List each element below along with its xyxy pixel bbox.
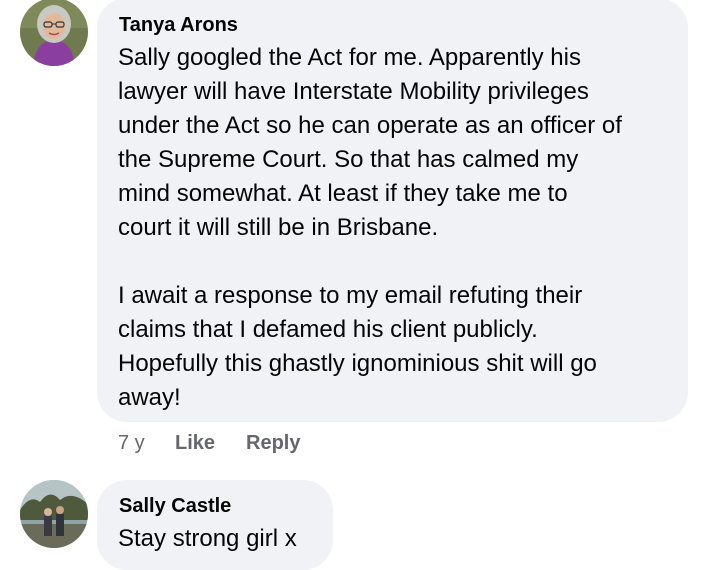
comment-line — [118, 245, 622, 279]
comment-line: lawyer will have Interstate Mobility pri… — [118, 78, 589, 105]
comment-sally: Sally Castle Stay strong girl x — [0, 470, 720, 570]
like-button[interactable]: Like — [175, 431, 215, 455]
comment-tanya: Tanya Arons Sally googled the Act for me… — [0, 0, 720, 470]
comment-text: Sally googled the Act for me. Apparently… — [118, 41, 622, 415]
comment-author[interactable]: Tanya Arons — [119, 13, 238, 37]
comment-line: court it will still be in Brisbane. — [118, 214, 439, 241]
comment-line: under the Act so he can operate as an of… — [118, 112, 622, 139]
comment-line: mind somewhat. At least if they take me … — [118, 180, 568, 207]
profile-photo-icon — [20, 0, 88, 66]
avatar[interactable] — [20, 0, 88, 66]
comment-line: Hopefully this ghastly ignominious shit … — [118, 350, 597, 377]
comment-line: Stay strong girl x — [118, 525, 297, 552]
reply-button[interactable]: Reply — [246, 431, 300, 455]
comment-actions: 7 y Like Reply — [118, 431, 418, 455]
profile-photo-icon — [20, 480, 88, 548]
comment-timestamp[interactable]: 7 y — [118, 431, 145, 455]
avatar[interactable] — [20, 480, 88, 548]
comment-author[interactable]: Sally Castle — [119, 494, 231, 518]
comment-line: claims that I defamed his client publicl… — [118, 316, 538, 343]
comment-text: Stay strong girl x — [118, 522, 297, 556]
comment-line: away! — [118, 384, 181, 411]
comment-line: Sally googled the Act for me. Apparently… — [118, 44, 581, 71]
comment-line: I await a response to my email refuting … — [118, 282, 583, 309]
comment-line: the Supreme Court. So that has calmed my — [118, 146, 579, 173]
